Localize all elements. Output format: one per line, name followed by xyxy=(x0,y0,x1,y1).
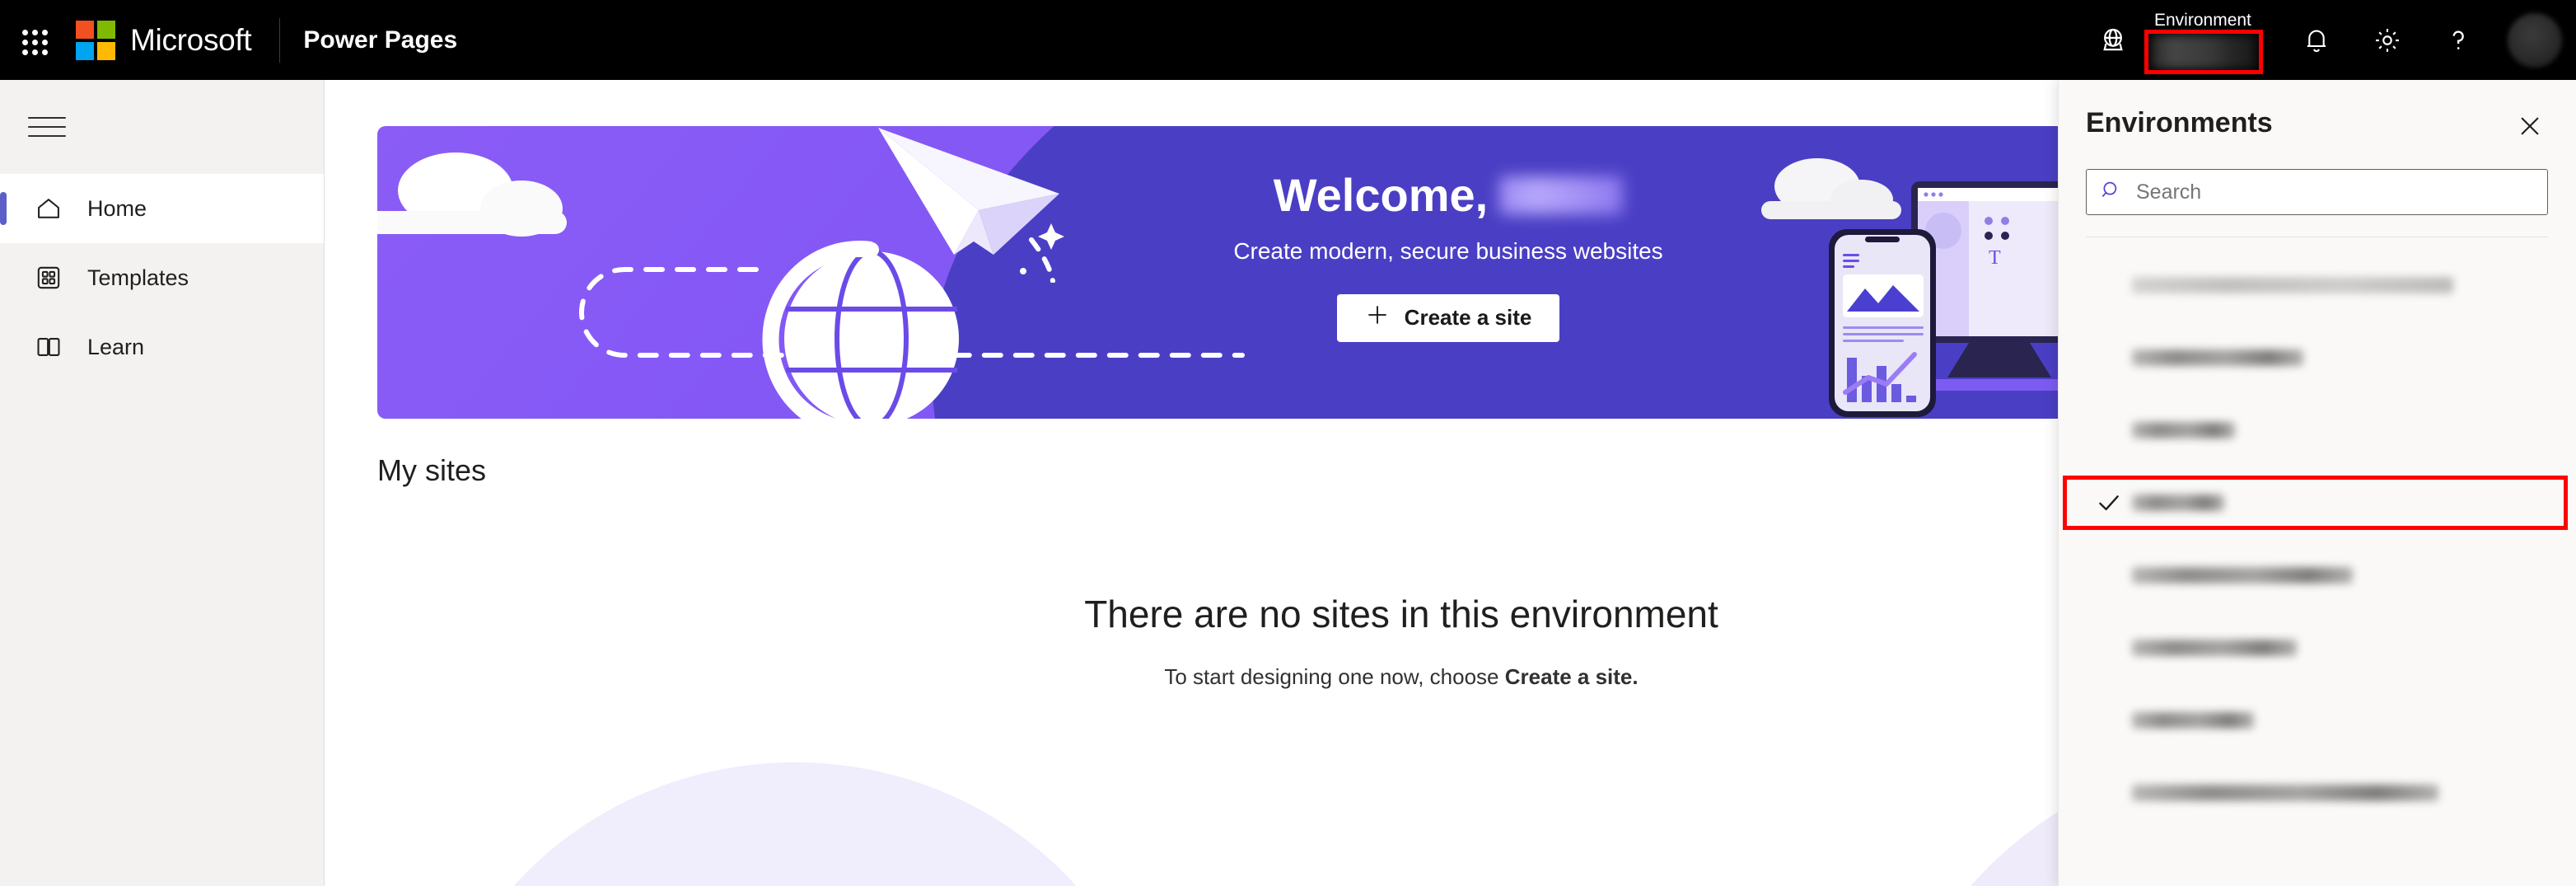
environments-panel-title: Environments xyxy=(2086,107,2273,138)
user-account-avatar[interactable] xyxy=(2494,0,2576,80)
decorative-blob-left xyxy=(424,762,1166,886)
sidebar-item-learn[interactable]: Learn xyxy=(0,312,324,382)
help-question-icon[interactable] xyxy=(2423,0,2494,80)
sidebar-item-label: Templates xyxy=(87,265,189,290)
hero-left-illustration xyxy=(377,152,1245,419)
environment-list-item[interactable] xyxy=(2058,394,2576,466)
environments-panel: Environments xyxy=(2058,80,2576,886)
microsoft-logo[interactable]: Microsoft xyxy=(76,20,252,60)
environments-list xyxy=(2058,249,2576,829)
sidebar-item-templates[interactable]: Templates xyxy=(0,243,324,312)
environment-list-item[interactable] xyxy=(2058,757,2576,829)
app-name-power-pages[interactable]: Power Pages xyxy=(303,26,457,54)
sidebar-item-label: Home xyxy=(87,195,147,221)
avatar xyxy=(2508,12,2562,68)
topbar-divider xyxy=(279,17,281,63)
empty-state-sub-bold: Create a site. xyxy=(1504,664,1639,689)
environments-search-box[interactable] xyxy=(2086,169,2548,215)
home-icon xyxy=(30,195,68,223)
environment-name-redacted xyxy=(2132,495,2224,511)
environments-search-wrap xyxy=(2086,169,2548,215)
search-input[interactable] xyxy=(2136,180,2534,204)
empty-state-sub-prefix: To start designing one now, choose xyxy=(1164,664,1505,689)
environment-name-redacted xyxy=(2132,640,2297,656)
environment-name-redacted xyxy=(2132,567,2353,584)
hero-banner: T Welcome, Create modern, secure busines… xyxy=(377,126,2107,419)
plus-icon xyxy=(1365,302,1390,333)
sidebar-item-label: Learn xyxy=(87,334,145,359)
search-icon xyxy=(2100,179,2123,206)
hero-content: Welcome, Create modern, secure business … xyxy=(1119,171,1778,342)
mobile-phone-icon xyxy=(1829,229,1936,417)
environment-list-item[interactable] xyxy=(2058,539,2576,612)
sparkle-icon xyxy=(1020,223,1064,274)
close-icon[interactable] xyxy=(2512,108,2548,144)
sidebar-items-list: Home Templates Learn xyxy=(0,174,324,382)
environment-list-item[interactable] xyxy=(2058,612,2576,684)
sidebar-item-home[interactable]: Home xyxy=(0,174,324,243)
environment-list-item[interactable] xyxy=(2058,684,2576,757)
top-navigation-bar: Microsoft Power Pages Environment xyxy=(0,0,2576,80)
environment-label: Environment xyxy=(2154,10,2251,30)
power-pages-home-page: Microsoft Power Pages Environment Home T… xyxy=(0,0,2576,886)
svg-text:T: T xyxy=(1989,247,2001,269)
book-icon xyxy=(30,333,68,361)
hamburger-menu-icon[interactable] xyxy=(18,98,76,156)
paper-plane-icon xyxy=(878,128,1064,283)
environment-list-item[interactable] xyxy=(2058,321,2576,394)
create-a-site-label: Create a site xyxy=(1404,305,1532,330)
settings-gear-icon[interactable] xyxy=(2352,0,2423,80)
app-launcher-waffle-icon[interactable] xyxy=(15,22,51,59)
environment-list-item[interactable] xyxy=(2058,249,2576,321)
create-a-site-button[interactable]: Create a site xyxy=(1336,293,1560,342)
checkmark-icon xyxy=(2086,489,2132,517)
left-navigation-sidebar: Home Templates Learn xyxy=(0,80,325,886)
environment-name-redacted xyxy=(2132,422,2235,438)
hero-banner-wrap: T Welcome, Create modern, secure busines… xyxy=(377,105,2107,419)
environment-name-redacted xyxy=(2132,349,2303,366)
hero-subtitle: Create modern, secure business websites xyxy=(1233,237,1663,264)
cloud-icon xyxy=(377,152,567,237)
hero-username-redacted xyxy=(1499,176,1624,215)
topbar-right-cluster: Environment xyxy=(2090,0,2576,80)
microsoft-brand-text: Microsoft xyxy=(130,22,252,57)
cloud-icon-right xyxy=(1761,158,1901,219)
hero-welcome-line: Welcome, xyxy=(1119,171,1778,220)
notifications-bell-icon[interactable] xyxy=(2281,0,2352,80)
environment-name-redacted xyxy=(2132,712,2254,729)
hero-device-illustration: T xyxy=(1761,158,2087,417)
environments-panel-header: Environments xyxy=(2058,80,2576,144)
globe-icon[interactable] xyxy=(2090,17,2136,63)
environment-list-item[interactable] xyxy=(2058,466,2576,539)
environment-name-redacted xyxy=(2132,785,2438,801)
hero-welcome-prefix: Welcome, xyxy=(1273,169,1489,221)
environment-value-redacted xyxy=(2151,34,2256,69)
templates-grid-icon xyxy=(30,264,68,292)
environment-value-wrap[interactable] xyxy=(2144,29,2263,74)
environment-name-redacted xyxy=(2132,277,2453,293)
microsoft-squares-icon xyxy=(76,20,115,60)
environment-selector[interactable]: Environment xyxy=(2144,0,2263,80)
